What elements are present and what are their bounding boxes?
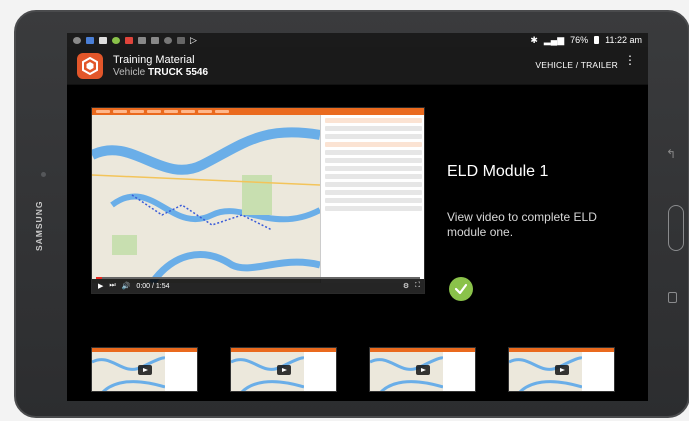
vehicle-info: Vehicle TRUCK 5546 (113, 67, 208, 78)
notification-icon (138, 36, 146, 44)
play-icon[interactable] (555, 365, 569, 375)
play-icon[interactable] (416, 365, 430, 375)
device-brand: SAMSUNG (34, 200, 44, 252)
app-title-block: Training Material Vehicle TRUCK 5546 (113, 54, 208, 78)
notification-icon (86, 36, 94, 44)
video-controls: ▶ ⏭ 🔊 0:00 / 1:54 ⚙ ⛶ (92, 279, 424, 293)
more-vert-icon[interactable]: ⋮ (624, 54, 636, 66)
app-bar: Training Material Vehicle TRUCK 5546 VEH… (67, 47, 648, 85)
module-description: View video to complete ELD module one. (447, 210, 597, 239)
notification-icon (177, 36, 185, 44)
battery-percent: 76% (570, 35, 589, 45)
check-circle-icon (449, 277, 473, 301)
notification-icons: ▷ (73, 35, 197, 46)
app-title: Training Material (113, 53, 195, 66)
signal-icon: ▂▄▆ (543, 34, 565, 45)
vehicle-trailer-button[interactable]: VEHICLE / TRAILER (535, 60, 618, 70)
battery-icon (594, 36, 600, 44)
module-title: ELD Module 1 (447, 163, 549, 180)
fullscreen-icon[interactable]: ⛶ (415, 282, 420, 290)
warning-icon (99, 36, 107, 44)
thumb-1[interactable] (91, 347, 198, 392)
thumb-4[interactable] (508, 347, 615, 392)
front-camera (41, 172, 46, 177)
hardware-home-button[interactable] (668, 205, 684, 251)
video-time: 0:00 / 1:54 (136, 282, 170, 290)
thumb-3[interactable] (369, 347, 476, 392)
notification-icon (73, 36, 81, 44)
video-thumbnails (91, 347, 631, 392)
play-store-icon: ▷ (190, 34, 197, 45)
app-logo-icon (77, 52, 103, 79)
hardware-back-icon[interactable]: ↰ (666, 147, 676, 161)
notification-icon (151, 36, 159, 44)
clock: 11:22 am (605, 35, 642, 45)
bluetooth-icon: ✱ (530, 34, 538, 45)
play-icon[interactable] (138, 365, 152, 375)
mail-icon (125, 36, 133, 44)
video-side-panel (320, 115, 424, 283)
play-icon[interactable]: ▶ (98, 282, 103, 290)
settings-icon[interactable]: ⚙ (403, 282, 409, 290)
training-content: ▶ ⏭ 🔊 0:00 / 1:54 ⚙ ⛶ ELD Module 1 View … (67, 85, 648, 401)
vehicle-value: TRUCK 5546 (148, 66, 209, 78)
vehicle-label: Vehicle (113, 66, 146, 78)
system-icons: ✱ ▂▄▆ 76% 11:22 am (530, 35, 642, 46)
skip-next-icon[interactable]: ⏭ (109, 282, 115, 290)
thumb-2[interactable] (230, 347, 337, 392)
volume-icon[interactable]: 🔊 (122, 282, 131, 290)
hardware-recents-icon[interactable] (668, 292, 677, 303)
play-icon[interactable] (277, 365, 291, 375)
notification-icon (112, 36, 120, 44)
notification-icon (164, 36, 172, 44)
status-bar: ▷ ✱ ▂▄▆ 76% 11:22 am (67, 33, 648, 47)
video-map-frame (92, 115, 322, 286)
video-player[interactable]: ▶ ⏭ 🔊 0:00 / 1:54 ⚙ ⛶ (91, 107, 425, 294)
video-app-toolbar (92, 108, 424, 115)
screen: ▷ ✱ ▂▄▆ 76% 11:22 am Training Material V… (67, 33, 648, 401)
